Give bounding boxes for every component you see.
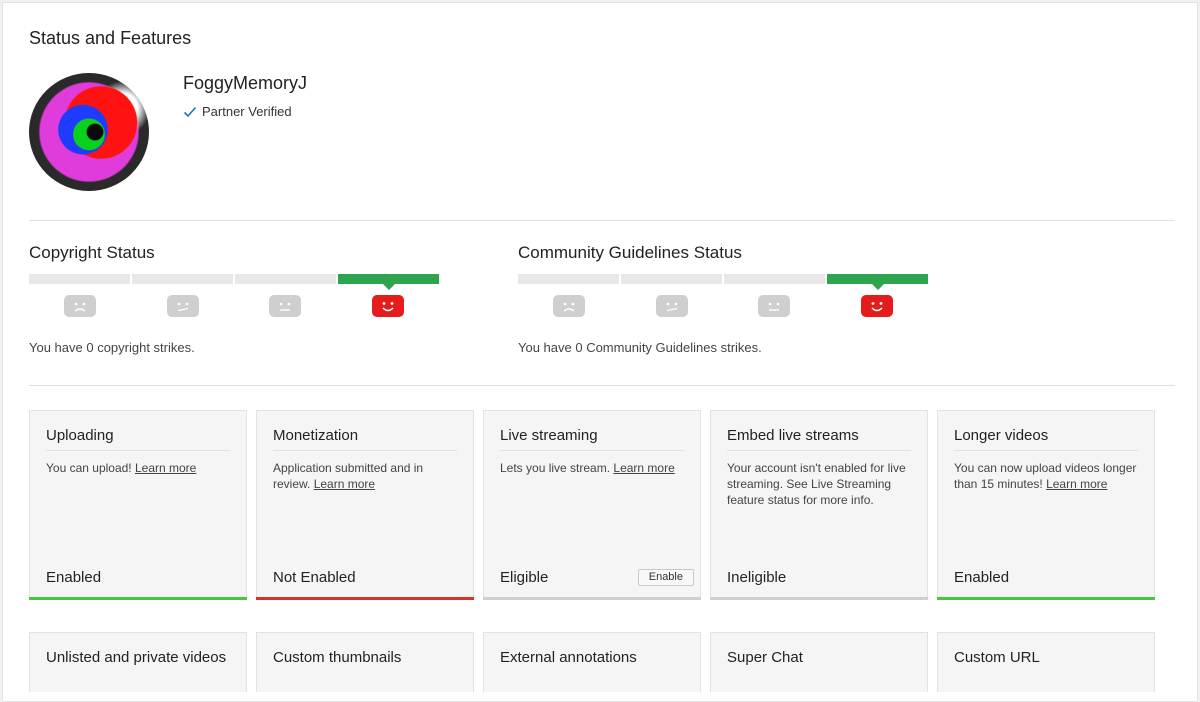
unsure-face-icon xyxy=(166,295,199,317)
feature-title: External annotations xyxy=(500,649,637,666)
strike-segment xyxy=(724,274,825,284)
status-indicator-bar xyxy=(937,597,1155,600)
status-indicator-bar xyxy=(256,597,474,600)
feature-card-monetization: Monetization Application submitted and i… xyxy=(256,410,474,600)
strike-segment xyxy=(621,274,722,284)
channel-avatar xyxy=(29,73,149,191)
status-indicator-bar xyxy=(710,597,928,600)
feature-card-external-annotations: External annotations xyxy=(483,632,701,692)
feature-title: Live streaming xyxy=(500,427,598,444)
status-features-page: Status and Features FoggyMemoryJ Partner… xyxy=(2,2,1198,702)
community-status-title: Community Guidelines Status xyxy=(518,243,742,262)
feature-card-live-streaming: Live streaming Lets you live stream. Lea… xyxy=(483,410,701,600)
strike-segment xyxy=(29,274,130,284)
feature-description: You can now upload videos longer than 15… xyxy=(954,461,1137,491)
feature-title: Custom thumbnails xyxy=(273,649,402,666)
page-title: Status and Features xyxy=(29,28,192,48)
strike-segment xyxy=(518,274,619,284)
learn-more-link[interactable]: Learn more xyxy=(135,461,196,475)
unsure-face-icon xyxy=(655,295,688,317)
feature-card-custom-url: Custom URL xyxy=(937,632,1155,692)
strike-segment xyxy=(132,274,233,284)
feature-state: Enabled xyxy=(954,569,1010,586)
learn-more-link[interactable]: Learn more xyxy=(1046,477,1107,491)
learn-more-link[interactable]: Learn more xyxy=(613,461,674,475)
verified-badge: Partner Verified xyxy=(183,104,292,119)
feature-state: Eligible xyxy=(500,569,549,586)
check-icon xyxy=(183,106,197,117)
feature-title: Uploading xyxy=(46,427,114,444)
feature-title: Custom URL xyxy=(954,649,1040,666)
enable-button[interactable]: Enable xyxy=(637,569,694,586)
verified-label: Partner Verified xyxy=(202,104,292,119)
neutral-face-icon xyxy=(758,295,791,317)
feature-state: Enabled xyxy=(46,569,102,586)
feature-card-longer-videos: Longer videos You can now upload videos … xyxy=(937,410,1155,600)
community-strikes-text: You have 0 Community Guidelines strikes. xyxy=(518,340,762,355)
feature-state: Ineligible xyxy=(727,569,787,586)
copyright-strikes-text: You have 0 copyright strikes. xyxy=(29,340,195,355)
feature-state: Not Enabled xyxy=(273,569,356,586)
feature-title: Longer videos xyxy=(954,427,1049,444)
feature-description: Lets you live stream. Learn more xyxy=(500,461,675,475)
strike-segment-active xyxy=(827,274,928,290)
status-indicator-bar xyxy=(29,597,247,600)
channel-name: FoggyMemoryJ xyxy=(183,73,308,93)
copyright-status-title: Copyright Status xyxy=(29,243,155,262)
happy-face-icon xyxy=(860,295,893,317)
copyright-strike-bar xyxy=(29,274,439,290)
community-strike-bar xyxy=(518,274,928,290)
feature-description: You can upload! Learn more xyxy=(46,461,197,475)
feature-card-embed-live-streams: Embed live streams Your account isn't en… xyxy=(710,410,928,600)
feature-card-custom-thumbnails: Custom thumbnails xyxy=(256,632,474,692)
happy-face-icon xyxy=(371,295,404,317)
feature-card-uploading: Uploading You can upload! Learn more Ena… xyxy=(29,410,247,600)
learn-more-link[interactable]: Learn more xyxy=(314,477,375,491)
divider xyxy=(29,385,1175,386)
feature-title: Unlisted and private videos xyxy=(46,649,227,666)
sad-face-icon xyxy=(553,295,586,317)
community-status: Community Guidelines Status You have 0 C… xyxy=(518,243,928,355)
feature-description: Your account isn't enabled for live stre… xyxy=(727,461,906,507)
feature-title: Monetization xyxy=(273,427,359,444)
neutral-face-icon xyxy=(269,295,302,317)
strike-segment-active xyxy=(338,274,439,290)
sad-face-icon xyxy=(64,295,97,317)
feature-title: Super Chat xyxy=(727,649,803,666)
feature-card-unlisted-private: Unlisted and private videos xyxy=(29,632,247,692)
divider xyxy=(29,220,1175,221)
feature-description: Application submitted and in review. Lea… xyxy=(273,461,424,491)
feature-card-super-chat: Super Chat xyxy=(710,632,928,692)
strike-segment xyxy=(235,274,336,284)
copyright-status: Copyright Status You have 0 copyright st… xyxy=(29,243,439,355)
status-indicator-bar xyxy=(483,597,701,600)
feature-title: Embed live streams xyxy=(727,427,859,444)
